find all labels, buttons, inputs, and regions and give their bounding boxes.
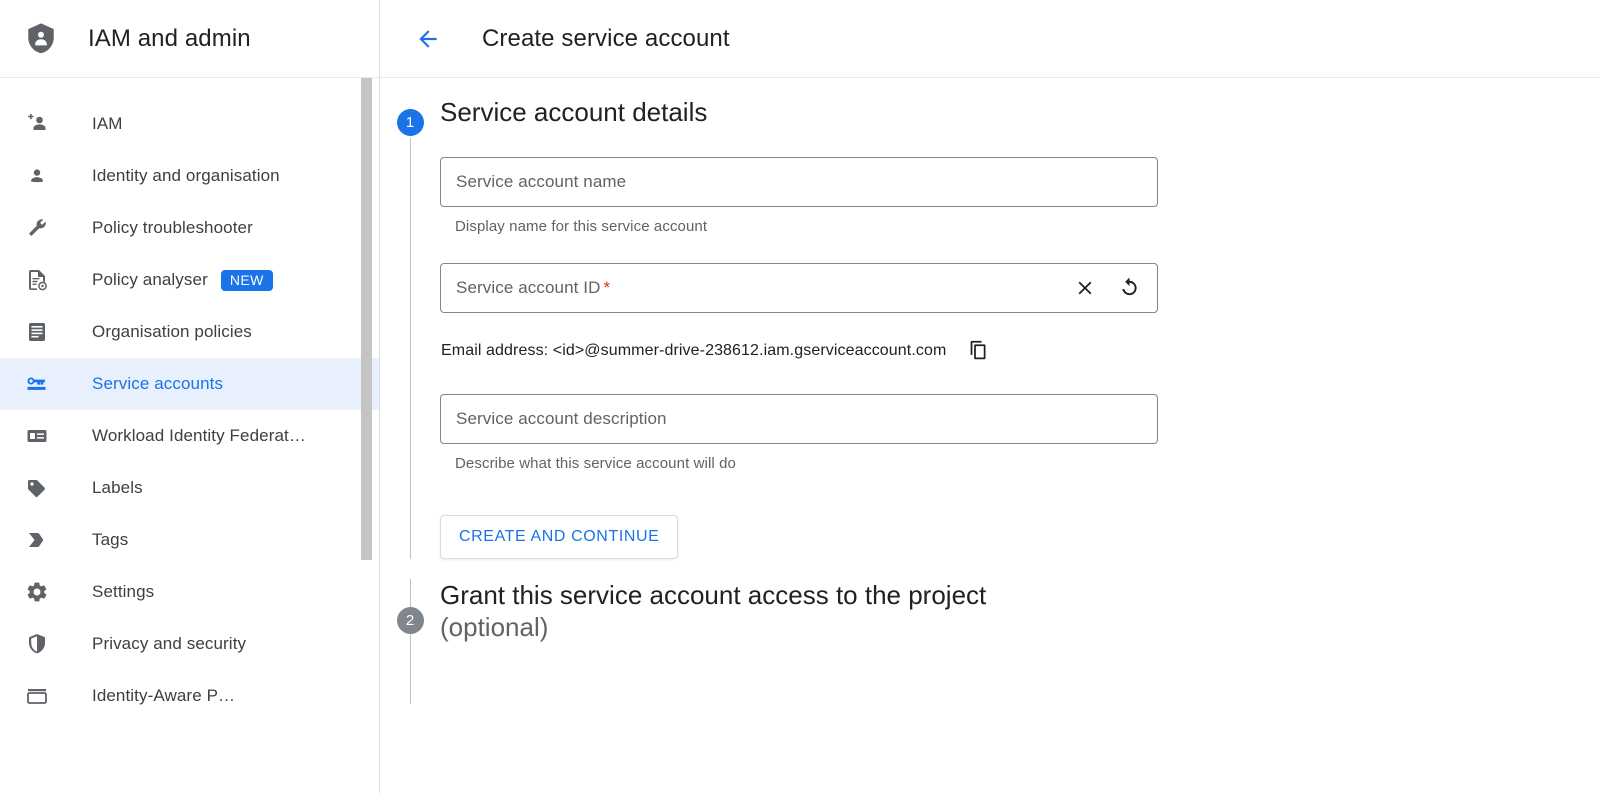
sidebar-item-labels[interactable]: Labels [0,462,379,514]
step-2-heading-text: Grant this service account access to the… [440,579,987,610]
step-2-optional-text: (optional) [440,612,549,642]
step-1-gutter: 1 [380,96,440,559]
person-add-icon [24,111,50,137]
sidebar-item-label: Identity and organisation [92,166,280,185]
step-1-badge: 1 [396,109,424,136]
service-account-id-placeholder: Service account ID * [456,278,1071,298]
service-account-description-placeholder: Service account description [456,408,667,428]
step-1-content: Service account details Service account … [440,96,1600,559]
sidebar-item-service-accounts[interactable]: Service accounts [0,358,379,410]
sidebar-item-workload-identity-federation[interactable]: Workload Identity Federat… [0,410,379,462]
sidebar-item-label: IAM [92,114,123,133]
sidebar-item-label: Privacy and security [92,634,247,653]
regenerate-id-button[interactable] [1115,274,1143,302]
sidebar-item-label: Settings [92,582,155,601]
required-marker: * [603,277,611,297]
gear-icon [24,579,50,605]
sidebar-item-identity-aware-proxy[interactable]: Identity-Aware P… [0,670,379,722]
clear-button[interactable] [1071,274,1099,302]
step-grant-access: 2 Grant this service account access to t… [380,578,1600,704]
sidebar-header: IAM and admin [0,0,379,78]
service-account-name-group: Service account name Display name for th… [440,156,1600,235]
sidebar-item-settings[interactable]: Settings [0,566,379,618]
sidebar-item-policy-troubleshooter[interactable]: Policy troubleshooter [0,202,379,254]
wrench-icon [24,215,50,241]
service-account-name-hint: Display name for this service account [455,217,708,235]
shield-check-icon [24,631,50,657]
sidebar-item-label: Workload Identity Federat… [92,426,306,445]
sidebar-item-policy-analyser[interactable]: Policy analyser NEW [0,254,379,306]
main-title: Create service account [482,24,730,52]
sidebar-item-label: Organisation policies [92,322,252,341]
service-account-name-placeholder: Service account name [456,171,627,191]
sidebar-nav: IAM Identity and organisation Policy tro… [0,78,379,793]
refresh-icon [1118,276,1141,299]
sidebar-item-privacy-and-security[interactable]: Privacy and security [0,618,379,670]
service-account-id-group: Service account ID * Email address: <id>… [440,262,1600,366]
arrow-back-icon [415,26,441,52]
key-card-icon [24,371,50,397]
main-panel: Create service account 1 Service account… [380,0,1600,793]
sidebar-item-label: Tags [92,530,129,549]
sidebar-item-identity-and-organisation[interactable]: Identity and organisation [0,150,379,202]
service-account-description-input[interactable]: Service account description [440,393,1158,444]
email-address-text: Email address: <id>@summer-drive-238612.… [441,341,947,359]
sidebar-item-iam[interactable]: IAM [0,98,379,150]
sidebar-item-label: Identity-Aware P… [92,686,236,705]
sidebar-item-tags[interactable]: Tags [0,514,379,566]
iap-icon [24,683,50,709]
document-gear-icon [24,267,50,293]
service-account-id-input[interactable]: Service account ID * [440,262,1158,313]
app-root: IAM and admin IAM Identity and organisat… [0,0,1600,793]
back-button[interactable] [406,17,450,61]
main-body: 1 Service account details Service accoun… [380,78,1600,793]
sidebar-item-label: Policy troubleshooter [92,218,253,237]
step-1-heading: Service account details [440,97,708,127]
shield-person-icon [22,20,60,58]
sidebar-item-organisation-policies[interactable]: Organisation policies [0,306,379,358]
service-account-description-group: Service account description Describe wha… [440,393,1600,472]
step-connector-line [409,138,411,559]
main-header: Create service account [380,0,1600,78]
service-account-description-hint: Describe what this service account will … [455,454,736,472]
content-copy-icon [968,340,989,361]
create-and-continue-button[interactable]: CREATE AND CONTINUE [440,514,679,559]
status-badge: NEW [220,269,273,291]
step-2-heading: Grant this service account access to the… [440,579,1600,644]
page-title: IAM and admin [88,24,251,52]
service-account-id-actions [1071,274,1143,302]
step-2-badge: 2 [396,606,424,634]
step-service-account-details: 1 Service account details Service accoun… [380,78,1600,559]
sidebar-item-label: Service accounts [92,374,224,393]
id-card-icon [24,423,50,449]
service-account-name-input[interactable]: Service account name [440,156,1158,207]
copy-email-button[interactable] [963,336,993,366]
step-2-gutter: 2 [380,578,440,704]
tag-chevron-icon [24,527,50,553]
close-icon [1074,277,1096,299]
email-address-row: Email address: <id>@summer-drive-238612.… [441,336,1600,366]
step-connector-line-bottom [409,633,411,704]
label-tag-icon [24,475,50,501]
sidebar-scrollbar-thumb[interactable] [361,78,372,560]
account-circle-icon [24,163,50,189]
step-connector-line-top [409,578,411,607]
list-document-icon [24,319,50,345]
sidebar: IAM and admin IAM Identity and organisat… [0,0,380,793]
service-account-id-placeholder-text: Service account ID [456,277,601,297]
sidebar-item-label: Labels [92,478,143,497]
step-2-content: Grant this service account access to the… [440,579,1600,704]
sidebar-scrollbar-track[interactable] [361,78,372,793]
sidebar-item-label: Policy analyser [92,270,208,289]
